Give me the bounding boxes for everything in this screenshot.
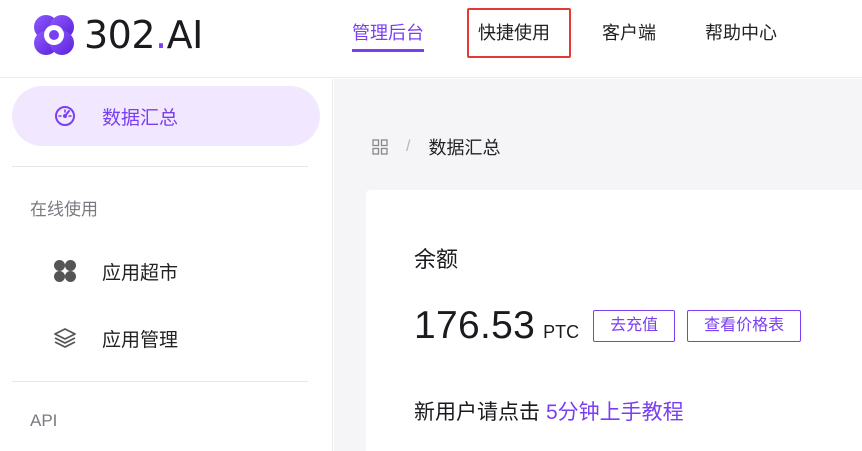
sidebar: 数据汇总 在线使用 应用超市 应用管理 API bbox=[0, 79, 333, 451]
sidebar-divider bbox=[12, 381, 308, 382]
balance-title: 余额 bbox=[414, 247, 459, 272]
sidebar-item-app-market[interactable]: 应用超市 bbox=[12, 241, 320, 301]
grid-small-icon[interactable] bbox=[372, 139, 388, 155]
sidebar-group-api: API bbox=[30, 411, 58, 430]
dashboard-icon bbox=[52, 103, 78, 129]
balance-unit: PTC bbox=[543, 322, 580, 342]
nav-quick-use-highlight bbox=[467, 8, 571, 58]
sidebar-item-label: 应用管理 bbox=[102, 329, 179, 351]
breadcrumb: / 数据汇总 bbox=[372, 135, 500, 159]
sidebar-item-app-management[interactable]: 应用管理 bbox=[12, 308, 320, 368]
nav-client[interactable]: 客户端 bbox=[602, 18, 656, 48]
top-header: 302.AI 管理后台 快捷使用 客户端 帮助中心 bbox=[0, 0, 862, 78]
sidebar-divider bbox=[12, 166, 308, 167]
sidebar-group-online: 在线使用 bbox=[30, 200, 98, 219]
sidebar-item-label: 应用超市 bbox=[102, 262, 179, 284]
nav-help-center[interactable]: 帮助中心 bbox=[705, 18, 777, 48]
tutorial-link[interactable]: 5分钟上手教程 bbox=[546, 401, 684, 424]
logo[interactable]: 302.AI bbox=[30, 10, 203, 60]
balance-card: 余额 176.53 PTC 去充值 查看价格表 新用户请点击 5分钟上手教程 bbox=[366, 190, 862, 451]
sidebar-item-dashboard[interactable]: 数据汇总 bbox=[12, 86, 320, 146]
layers-icon bbox=[52, 325, 78, 351]
logo-text: 302.AI bbox=[84, 13, 203, 57]
logo-icon bbox=[34, 15, 74, 55]
breadcrumb-current: 数据汇总 bbox=[428, 138, 501, 158]
breadcrumb-separator: / bbox=[406, 138, 411, 155]
nav-admin[interactable]: 管理后台 bbox=[352, 18, 424, 52]
main-content: / 数据汇总 余额 176.53 PTC 去充值 查看价格表 新用户请点击 5分钟… bbox=[334, 79, 862, 451]
grid-icon bbox=[52, 258, 78, 284]
recharge-button[interactable]: 去充值 bbox=[593, 310, 676, 342]
balance-value: 176.53 bbox=[414, 304, 536, 347]
sidebar-item-label: 数据汇总 bbox=[102, 107, 179, 129]
balance-row: 176.53 PTC 去充值 查看价格表 bbox=[414, 304, 802, 348]
view-pricing-button[interactable]: 查看价格表 bbox=[687, 310, 802, 342]
new-user-tip: 新用户请点击 5分钟上手教程 bbox=[414, 396, 684, 426]
tip-text: 新用户请点击 bbox=[414, 401, 540, 424]
